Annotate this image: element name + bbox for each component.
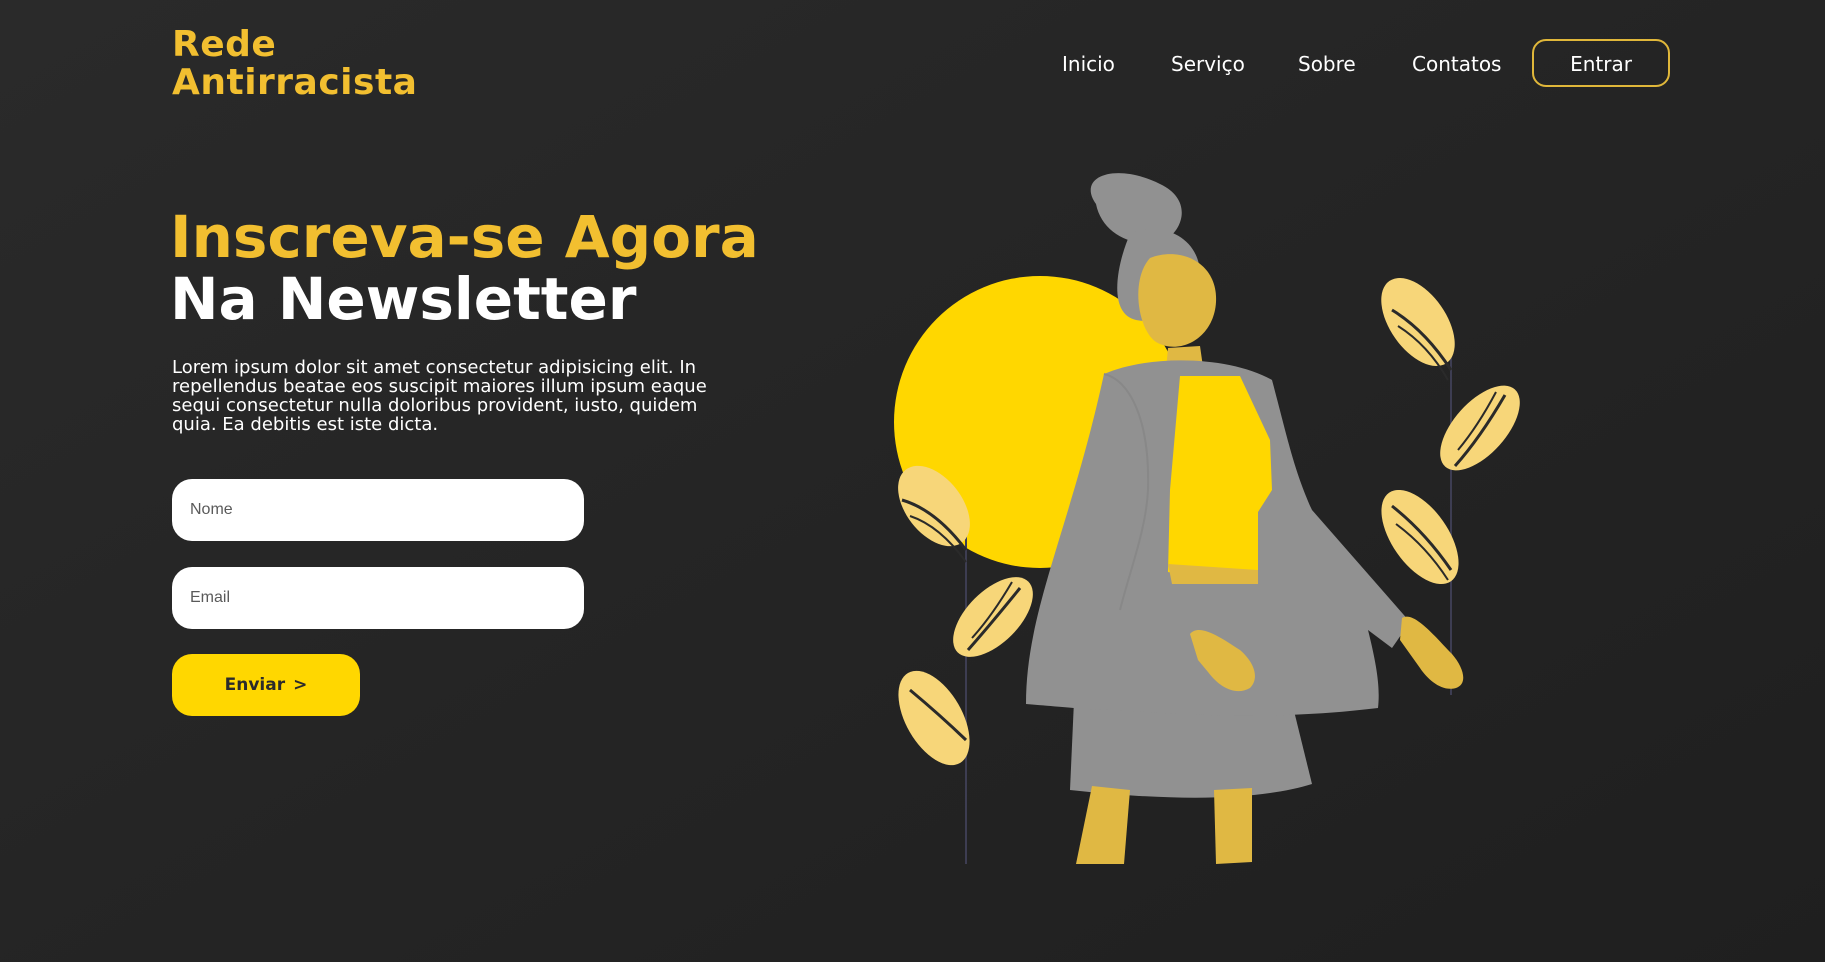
submit-label: Enviar: [224, 675, 286, 695]
nav-link-servico[interactable]: Serviço: [1171, 50, 1245, 78]
hero-title-line-2: Na Newsletter: [170, 265, 637, 333]
submit-button[interactable]: Enviar >: [172, 654, 360, 716]
page: Rede Antirracista Inicio Serviço Sobre C…: [0, 0, 1825, 962]
hero-title: Inscreva-se Agora Na Newsletter: [170, 206, 790, 330]
login-button[interactable]: Entrar: [1532, 39, 1670, 87]
brand-line-1: Rede: [172, 24, 277, 65]
brand-logo[interactable]: Rede Antirracista: [172, 26, 462, 102]
hero-title-line-1: Inscreva-se Agora: [170, 203, 759, 271]
hero-section: Rede Antirracista Inicio Serviço Sobre C…: [0, 0, 1825, 962]
brand-line-2: Antirracista: [172, 62, 418, 103]
chevron-right-icon: >: [293, 675, 308, 695]
woman-illustration: [894, 173, 1520, 864]
nav-link-inicio[interactable]: Inicio: [1062, 50, 1115, 78]
nav-link-contatos[interactable]: Contatos: [1412, 50, 1501, 78]
name-input[interactable]: [172, 479, 584, 541]
hero-description: Lorem ipsum dolor sit amet consectetur a…: [172, 357, 707, 435]
nav-link-sobre[interactable]: Sobre: [1298, 50, 1356, 78]
email-input[interactable]: [172, 567, 584, 629]
